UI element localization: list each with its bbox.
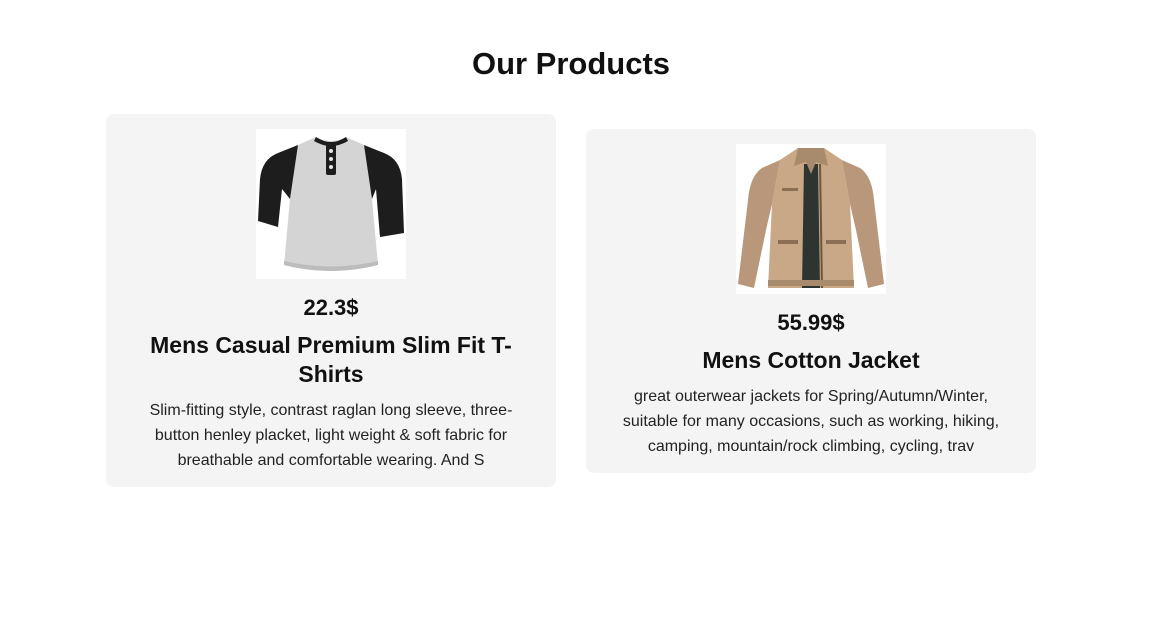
product-card[interactable]: 55.99$ Mens Cotton Jacket great outerwea…	[586, 128, 1036, 473]
page-title: Our Products	[471, 46, 671, 81]
product-name[interactable]: Mens Cotton Jacket	[621, 346, 1001, 375]
product-price: 55.99$	[777, 309, 845, 335]
product-description: Slim-fitting style, contrast raglan long…	[149, 402, 513, 469]
product-card[interactable]: 22.3$ Mens Casual Premium Slim Fit T-Shi…	[106, 114, 556, 487]
product-price: 22.3$	[303, 295, 359, 320]
product-list: 22.3$ Mens Casual Premium Slim Fit T-Shi…	[106, 114, 1036, 487]
product-image-jacket[interactable]	[736, 143, 886, 294]
product-image-shirt[interactable]	[256, 129, 406, 279]
product-description: great outerwear jackets for Spring/Autum…	[622, 387, 1000, 455]
product-name[interactable]: Mens Casual Premium Slim Fit T-Shirts	[141, 331, 521, 389]
